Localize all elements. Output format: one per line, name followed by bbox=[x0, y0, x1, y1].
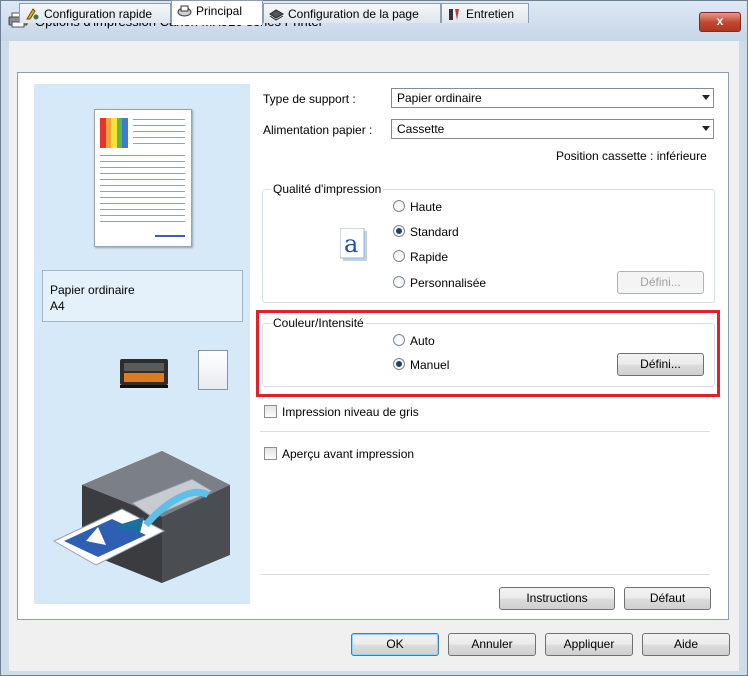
page-preview-thumbnail bbox=[94, 109, 192, 247]
tab-quick-setup[interactable]: Configuration rapide bbox=[19, 3, 171, 23]
print-quality-title: Qualité d'impression bbox=[271, 182, 384, 196]
defaults-button[interactable]: Défaut bbox=[624, 587, 711, 610]
maintenance-icon bbox=[449, 9, 459, 20]
media-type-value: Papier ordinaire bbox=[397, 91, 482, 105]
paper-source-label: Alimentation papier : bbox=[263, 123, 373, 137]
ok-button[interactable]: OK bbox=[351, 633, 439, 656]
help-button[interactable]: Aide bbox=[642, 633, 730, 656]
cancel-button[interactable]: Annuler bbox=[448, 633, 536, 656]
preview-paper-size: A4 bbox=[50, 299, 65, 313]
svg-text:a: a bbox=[344, 230, 358, 258]
highlight-frame bbox=[256, 310, 720, 397]
print-preview-checkbox[interactable]: Aperçu avant impression bbox=[264, 447, 414, 461]
chevron-down-icon bbox=[702, 126, 710, 131]
color-bars-graphic bbox=[100, 118, 128, 148]
page-setup-icon bbox=[269, 9, 284, 21]
tab-label: Entretien bbox=[466, 7, 515, 21]
close-icon: x bbox=[716, 14, 724, 28]
quality-radio-custom[interactable]: Personnalisée bbox=[393, 276, 486, 290]
printer-illustration-icon bbox=[52, 451, 230, 583]
tab-principal[interactable]: Principal bbox=[171, 0, 263, 25]
instructions-button[interactable]: Instructions bbox=[499, 587, 615, 610]
close-button[interactable]: x bbox=[699, 12, 741, 32]
cassette-position-text: Position cassette : inférieure bbox=[556, 149, 707, 163]
quick-setup-icon bbox=[26, 8, 39, 20]
tab-label: Configuration rapide bbox=[44, 7, 153, 21]
divider bbox=[260, 431, 710, 432]
chevron-down-icon bbox=[702, 95, 710, 100]
media-type-label: Type de support : bbox=[263, 92, 356, 106]
apply-button[interactable]: Appliquer bbox=[545, 633, 633, 656]
paper-source-select[interactable]: Cassette bbox=[391, 119, 714, 139]
preview-media-type: Papier ordinaire bbox=[50, 283, 135, 297]
quality-define-button[interactable]: Défini... bbox=[617, 271, 704, 294]
tab-page-setup[interactable]: Configuration de la page bbox=[263, 3, 441, 23]
media-info-box: Papier ordinaire A4 bbox=[42, 270, 243, 322]
quality-letter-icon: a bbox=[340, 228, 367, 261]
quality-radio-high[interactable]: Haute bbox=[393, 200, 442, 214]
tab-maintenance[interactable]: Entretien bbox=[441, 3, 529, 23]
quality-radio-fast[interactable]: Rapide bbox=[393, 250, 448, 264]
grayscale-checkbox[interactable]: Impression niveau de gris bbox=[264, 405, 419, 419]
main-icon bbox=[177, 5, 192, 17]
quality-radio-standard[interactable]: Standard bbox=[393, 225, 459, 239]
tab-label: Principal bbox=[196, 4, 243, 18]
tab-label: Configuration de la page bbox=[288, 7, 419, 21]
paper-source-value: Cassette bbox=[397, 122, 445, 136]
paper-slot-icon bbox=[198, 350, 228, 390]
media-type-select[interactable]: Papier ordinaire bbox=[391, 88, 714, 108]
cassette-icon bbox=[120, 359, 168, 388]
divider bbox=[260, 574, 710, 575]
